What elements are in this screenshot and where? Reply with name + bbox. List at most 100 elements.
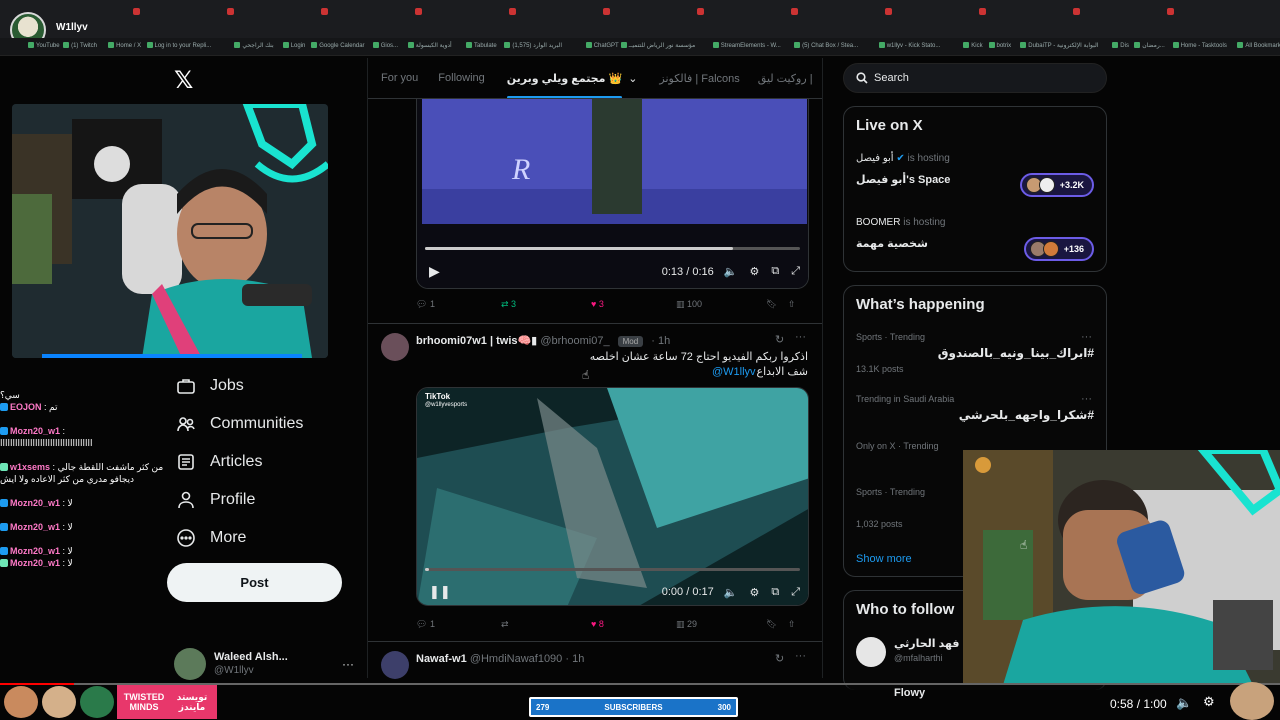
trend-name[interactable]: #شكرا_واجهه_بلحرشي [959, 408, 1094, 422]
tweet1-video[interactable]: R ▶ 0:13 / 0:16 🔈 ⚙ ⧉ ⤢ [416, 99, 809, 289]
bookmark-item[interactable]: رمضان... [1134, 42, 1165, 49]
listeners-pill[interactable]: +136 [1023, 237, 1094, 261]
like-button[interactable]: ♥ 3 [591, 299, 676, 310]
bookmark-item[interactable]: Google Calendar [311, 42, 364, 49]
video-progress[interactable] [425, 247, 800, 250]
nav-jobs[interactable]: Jobs [176, 375, 244, 397]
share-icon[interactable]: ⇧ [788, 619, 796, 630]
bookmark-item[interactable]: مؤسسة نور الرياض للتنميــ [621, 42, 695, 49]
nav-articles[interactable]: Articles [176, 451, 262, 473]
nav-communities[interactable]: Communities [176, 413, 303, 435]
play-icon[interactable]: ▶ [429, 263, 440, 280]
like-button[interactable]: ♥ 8 [591, 619, 676, 630]
more-dots-icon[interactable]: ··· [1081, 331, 1092, 343]
bookmark-item[interactable]: (5) Chat Box / Stea... [794, 42, 858, 49]
browser-tab[interactable] [976, 4, 1064, 20]
bookmark-item[interactable]: (1) Twitch [63, 42, 97, 49]
live-space-title[interactable]: شخصية مهمة [856, 237, 928, 250]
share-icon[interactable]: ⇧ [788, 299, 796, 310]
volume-icon[interactable]: 🔈 [1176, 695, 1192, 711]
browser-tab[interactable] [224, 4, 312, 20]
bookmark-item[interactable]: DubaiTP - البوابة الإلكترونية [1020, 42, 1098, 49]
avatar[interactable] [381, 333, 409, 361]
bookmark-item[interactable]: Log in to your Repli... [147, 42, 212, 49]
bookmark-item[interactable]: Login [283, 42, 306, 49]
repost-button[interactable]: ⇄ 3 [501, 299, 591, 310]
tweet-author[interactable]: Nawaf-w1 [416, 653, 467, 665]
bookmark-item[interactable]: أدوية الكبسولة [408, 42, 452, 49]
bookmark-item[interactable]: StreamElements - W... [713, 42, 781, 49]
browser-tab[interactable] [506, 4, 594, 20]
nav-more[interactable]: More [176, 527, 246, 549]
chat-username[interactable]: Mozn20_w1 [10, 546, 60, 556]
browser-tab[interactable] [600, 4, 688, 20]
chevron-down-icon[interactable]: ⌄ [628, 72, 637, 85]
avatar[interactable] [381, 651, 409, 679]
bookmark-icon[interactable]: 🔖︎ [766, 619, 788, 630]
settings-icon[interactable]: ⚙ [749, 586, 759, 599]
browser-tab[interactable] [1070, 4, 1158, 20]
bookmark-item[interactable]: YouTube [28, 42, 60, 49]
tweet2-video[interactable]: TikTok @w1llyvesports ❚❚ 0:00 / 0:17 🔈 ⚙… [416, 387, 809, 606]
bookmark-item[interactable]: Tabulate [466, 42, 497, 49]
tab-for-you[interactable]: For you [381, 72, 418, 84]
live-space-title[interactable]: أبو فيصل's Space [856, 173, 950, 186]
more-dots-icon[interactable]: ··· [1081, 393, 1092, 405]
volume-icon[interactable]: 🔈 [724, 265, 738, 278]
fullscreen-icon[interactable]: ⤢ [791, 265, 800, 278]
x-logo[interactable]: 𝕏 [174, 66, 193, 95]
more-dots-icon[interactable]: ··· [795, 331, 806, 343]
chat-username[interactable]: EOJON [10, 402, 42, 412]
popout-icon[interactable]: ⧉ [771, 265, 779, 278]
account-switcher[interactable]: Waleed Alsh... @W1llyv ··· [174, 646, 354, 682]
more-dots-icon[interactable]: ··· [795, 650, 806, 662]
video-progress[interactable] [425, 568, 800, 571]
repost-button[interactable]: ⇄ [501, 619, 591, 630]
bookmark-item[interactable]: Kick [963, 42, 982, 49]
bookmark-item[interactable]: البريد الوارد (1,575) [504, 42, 562, 49]
browser-tab[interactable] [318, 4, 406, 20]
listeners-pill[interactable]: +3.2K [1019, 173, 1094, 197]
reply-button[interactable]: 💬︎ 1 [416, 299, 501, 310]
follow-name[interactable]: Flowy [894, 687, 925, 699]
grok-icon[interactable]: ↻ [775, 652, 784, 665]
chat-username[interactable]: w1xsems [10, 462, 50, 472]
browser-tab[interactable] [130, 4, 218, 20]
bookmark-item[interactable]: Home / X [108, 42, 141, 49]
bookmark-item[interactable]: botrix [989, 42, 1012, 49]
browser-tab[interactable] [1164, 4, 1252, 20]
grok-icon[interactable]: ↻ [775, 333, 784, 346]
tweet-author[interactable]: brhoomi07w1 | twis🧠▮ [416, 335, 537, 347]
show-more-link[interactable]: Show more [856, 553, 912, 565]
live-host[interactable]: أبو فيصل ✔ is hosting [856, 153, 950, 164]
bookmark-item[interactable]: بنك الراجحي [234, 42, 273, 49]
tab-rocket-league[interactable]: روكيت ليق | [758, 72, 813, 85]
reply-button[interactable]: 💬︎ 1 [416, 619, 501, 630]
search-input[interactable]: Search [843, 63, 1107, 93]
nav-profile[interactable]: Profile [176, 489, 255, 511]
browser-tab[interactable] [788, 4, 876, 20]
tab-following[interactable]: Following [438, 72, 484, 84]
bookmark-item[interactable]: All Bookmarks [1237, 42, 1280, 49]
chat-username[interactable]: Mozn20_w1 [10, 498, 60, 508]
browser-tab[interactable] [412, 4, 500, 20]
browser-tab[interactable] [694, 4, 782, 20]
bookmark-icon[interactable]: 🔖︎ [766, 299, 788, 310]
settings-icon[interactable]: ⚙ [1203, 694, 1215, 710]
trend-name[interactable]: #ابراك_بينا_ونيه_بالصندوق [938, 346, 1094, 360]
bookmark-item[interactable]: w1llyv - Kick Stato... [879, 42, 941, 49]
mention-link[interactable]: @W1llyv [712, 366, 756, 378]
tab-community[interactable]: مجتمع ويلي وبرين 👑 [506, 72, 623, 99]
post-button[interactable]: Post [167, 563, 342, 602]
bookmark-item[interactable]: Home - Tasktools [1173, 42, 1227, 49]
chat-username[interactable]: Mozn20_w1 [10, 558, 60, 568]
popout-icon[interactable]: ⧉ [771, 586, 779, 599]
tweet-handle[interactable]: @brhoomi07_ [540, 335, 609, 347]
browser-tab[interactable] [882, 4, 970, 20]
pause-icon[interactable]: ❚❚ [429, 584, 451, 600]
bookmark-item[interactable]: Gios... [373, 42, 398, 49]
settings-icon[interactable]: ⚙ [749, 265, 759, 278]
chat-username[interactable]: Mozn20_w1 [10, 426, 60, 436]
live-host[interactable]: BOOMER is hosting [856, 217, 945, 228]
tab-falcons[interactable]: فالكونز | Falcons [659, 72, 739, 85]
